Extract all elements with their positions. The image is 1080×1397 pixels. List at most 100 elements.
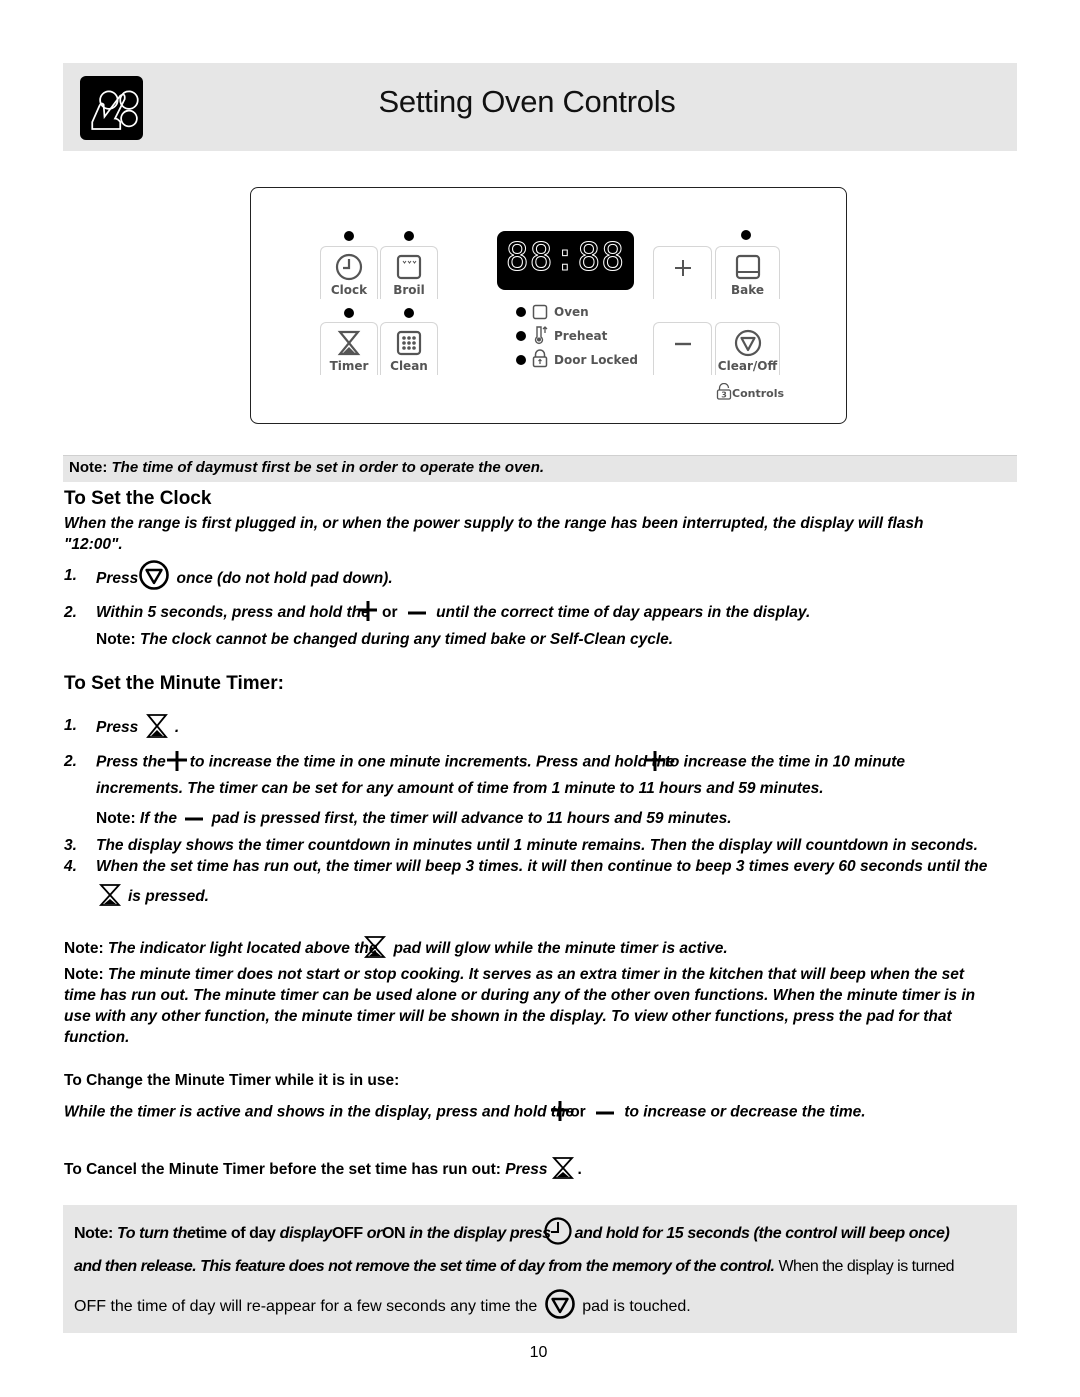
cancel-timer-heading: To Cancel the Minute Timer before the se… <box>64 1161 501 1179</box>
note-text: pad will glow while the minute timer is … <box>393 940 728 958</box>
step-text: Press the <box>96 753 166 771</box>
timer-pad[interactable]: Timer <box>320 322 378 375</box>
step-text: or <box>570 1103 586 1121</box>
note-text: and then release. This feature does not … <box>74 1258 775 1275</box>
note-prefix: Note: <box>74 1225 113 1243</box>
display-note-line3: OFF the time of day will re-appear for a… <box>74 1289 691 1320</box>
note-text: To turn the <box>116 1225 196 1243</box>
note-text: OFF the time of day will re-appear for a… <box>74 1298 538 1316</box>
door-locked-indicator-label: Door Locked <box>554 353 638 367</box>
note-text-a: The time of day <box>111 459 222 476</box>
broil-icon <box>396 254 422 280</box>
plus-icon <box>358 601 377 621</box>
controls-lock[interactable]: 3 Controls <box>716 383 784 400</box>
note-text: pad is pressed first, the timer will adv… <box>211 810 732 827</box>
timer-indicator-light <box>344 308 354 318</box>
hourglass-icon <box>98 884 122 906</box>
bake-indicator-light <box>741 230 751 240</box>
oven-indicator-light <box>516 307 526 317</box>
note-text: If the <box>139 810 177 827</box>
note-prefix: Note: <box>64 966 104 983</box>
note-text: When the display is turned <box>778 1258 954 1275</box>
note-text: The clock cannot be changed during any t… <box>139 631 674 648</box>
plus-icon <box>645 751 664 771</box>
set-clock-intro-line1: When the range is first plugged in, or w… <box>64 515 924 532</box>
step-number: 1. <box>64 717 77 734</box>
plus-pad[interactable] <box>653 246 712 299</box>
note-prefix: Note: <box>69 459 108 476</box>
note-text: ON <box>381 1225 406 1243</box>
preheat-indicator-label: Preheat <box>554 329 608 343</box>
display-readout: 88:88 <box>505 235 626 280</box>
clock-indicator-light <box>344 231 354 241</box>
timer-step-2-line2: increments. The timer can be set for any… <box>96 780 824 797</box>
step-number: 4. <box>64 858 77 875</box>
bake-icon <box>735 254 760 280</box>
set-timer-heading: To Set the Minute Timer: <box>64 673 284 694</box>
clean-grid-icon <box>396 330 422 356</box>
page-title: Setting Oven Controls <box>378 84 676 119</box>
door-locked-indicator-light <box>516 355 526 365</box>
thermometer-icon <box>534 326 548 345</box>
clock-pad[interactable]: Clock <box>320 246 378 299</box>
oven-indicator-label: Oven <box>554 305 589 319</box>
clear-off-icon <box>734 329 761 357</box>
clock-step-1: Press once (do not hold pad down). <box>96 560 393 591</box>
minus-icon <box>596 1111 614 1114</box>
note-text: and hold for 15 seconds (the control wil… <box>574 1225 950 1243</box>
controls-lock-label: Controls <box>732 387 785 400</box>
page-number: 10 <box>529 1344 548 1361</box>
clear-off-icon <box>544 1289 575 1319</box>
bake-pad[interactable]: Bake <box>715 246 780 299</box>
set-clock-heading: To Set the Clock <box>64 488 212 509</box>
note-text: in the display press <box>409 1225 551 1243</box>
step-text: until the correct time of day appears in… <box>436 604 811 622</box>
step-text: . <box>577 1161 582 1179</box>
timer-step-2: Press the to increase the time in one min… <box>96 751 906 772</box>
clean-pad[interactable]: Clean <box>380 322 438 375</box>
step-text: Within 5 seconds, press and hold the <box>96 604 370 622</box>
clock-icon <box>335 253 363 281</box>
minute-note-line4: function. <box>64 1029 130 1046</box>
clean-pad-label: Clean <box>390 359 428 373</box>
clear-off-icon <box>139 560 170 590</box>
step-text: once (do not hold pad down). <box>176 570 393 588</box>
broil-indicator-light <box>404 231 414 241</box>
timer-step-4: When the set time has run out, the timer… <box>96 858 988 875</box>
broil-pad[interactable]: Broil <box>380 246 438 299</box>
note-prefix: Note: <box>96 810 136 827</box>
note-prefix: Note: <box>64 940 104 958</box>
clock-step-2: Within 5 seconds, press and hold the or … <box>96 601 811 622</box>
minus-pad[interactable] <box>653 322 712 375</box>
indicator-note: Note: The indicator light located above … <box>64 936 728 959</box>
oven-square-icon <box>532 304 548 320</box>
bake-pad-label: Bake <box>730 283 765 297</box>
hourglass-icon <box>337 330 361 356</box>
controls-lock-badge: 3 <box>721 391 727 400</box>
clear-off-pad[interactable]: Clear/Off <box>715 322 780 375</box>
step-number: 3. <box>64 837 77 854</box>
change-timer-heading: To Change the Minute Timer while it is i… <box>64 1072 400 1089</box>
timer-note: Note: If the pad is pressed first, the t… <box>96 810 732 828</box>
step-text: While the timer is active and shows in t… <box>64 1103 575 1121</box>
note-text: The minute timer does not start or stop … <box>107 966 965 983</box>
hourglass-icon <box>364 936 387 958</box>
plus-icon <box>551 1101 570 1121</box>
hourglass-icon <box>552 1157 575 1179</box>
note-text-b: must first be set in order to operate th… <box>221 459 545 476</box>
lock-icon <box>532 349 548 368</box>
step-number: 2. <box>64 753 77 770</box>
controls-lock-icon: 3 <box>716 383 732 400</box>
minute-note-line1: Note: The minute timer does not start or… <box>64 966 964 984</box>
cancel-timer: To Cancel the Minute Timer before the se… <box>64 1157 582 1180</box>
minus-icon <box>675 342 691 346</box>
change-timer-text: While the timer is active and shows in t… <box>64 1101 866 1122</box>
broil-pad-label: Broil <box>393 283 425 297</box>
minus-icon <box>185 817 204 821</box>
hourglass-icon <box>145 714 168 738</box>
note-text: OFF <box>331 1225 363 1243</box>
note-text: The indicator light located above the <box>107 940 378 958</box>
step-text: to increase the time in 10 minute <box>664 753 906 771</box>
clean-indicator-light <box>404 308 414 318</box>
led-display: 88:88 <box>497 231 634 290</box>
